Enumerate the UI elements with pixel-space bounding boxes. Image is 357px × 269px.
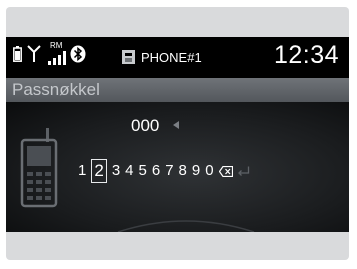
key-3[interactable]: 3 [112, 161, 120, 181]
key-0[interactable]: 0 [205, 161, 213, 181]
number-keypad: 1 2 3 4 5 6 7 8 9 0 [78, 157, 255, 185]
enter-icon [237, 166, 249, 176]
passkey-panel: 000 1 2 3 4 5 6 7 8 9 0 [6, 102, 349, 232]
battery-icon [13, 46, 22, 62]
clock: 12:34 [273, 41, 339, 69]
roaming-indicator: RM [50, 41, 63, 50]
key-5[interactable]: 5 [139, 161, 147, 181]
title-bar: Passnøkkel [6, 78, 349, 102]
enter-button[interactable] [237, 166, 250, 177]
decorative-arc [117, 220, 255, 232]
key-4[interactable]: 4 [125, 161, 133, 181]
key-8[interactable]: 8 [179, 161, 187, 181]
phone-name: PHONE#1 [141, 50, 202, 65]
bluetooth-icon [70, 45, 86, 63]
status-bar: RM PHONE#1 12:34 [6, 37, 349, 73]
phone-icon [122, 50, 135, 64]
key-1[interactable]: 1 [78, 161, 86, 181]
key-2[interactable]: 2 [91, 159, 107, 183]
backspace-icon [218, 165, 233, 177]
key-6[interactable]: 6 [152, 161, 160, 181]
audio-display-screen: RM PHONE#1 12:34 Passnøkkel 000 1 2 3 4 … [6, 37, 349, 232]
passkey-value: 000 [131, 116, 160, 135]
key-7[interactable]: 7 [165, 161, 173, 181]
key-9[interactable]: 9 [192, 161, 200, 181]
mobile-phone-illustration-icon [20, 128, 58, 208]
antenna-icon [27, 45, 41, 62]
backspace-button[interactable] [218, 165, 233, 177]
signal-icon [48, 51, 66, 65]
page-title: Passnøkkel [12, 80, 100, 99]
cursor-icon [173, 121, 179, 129]
